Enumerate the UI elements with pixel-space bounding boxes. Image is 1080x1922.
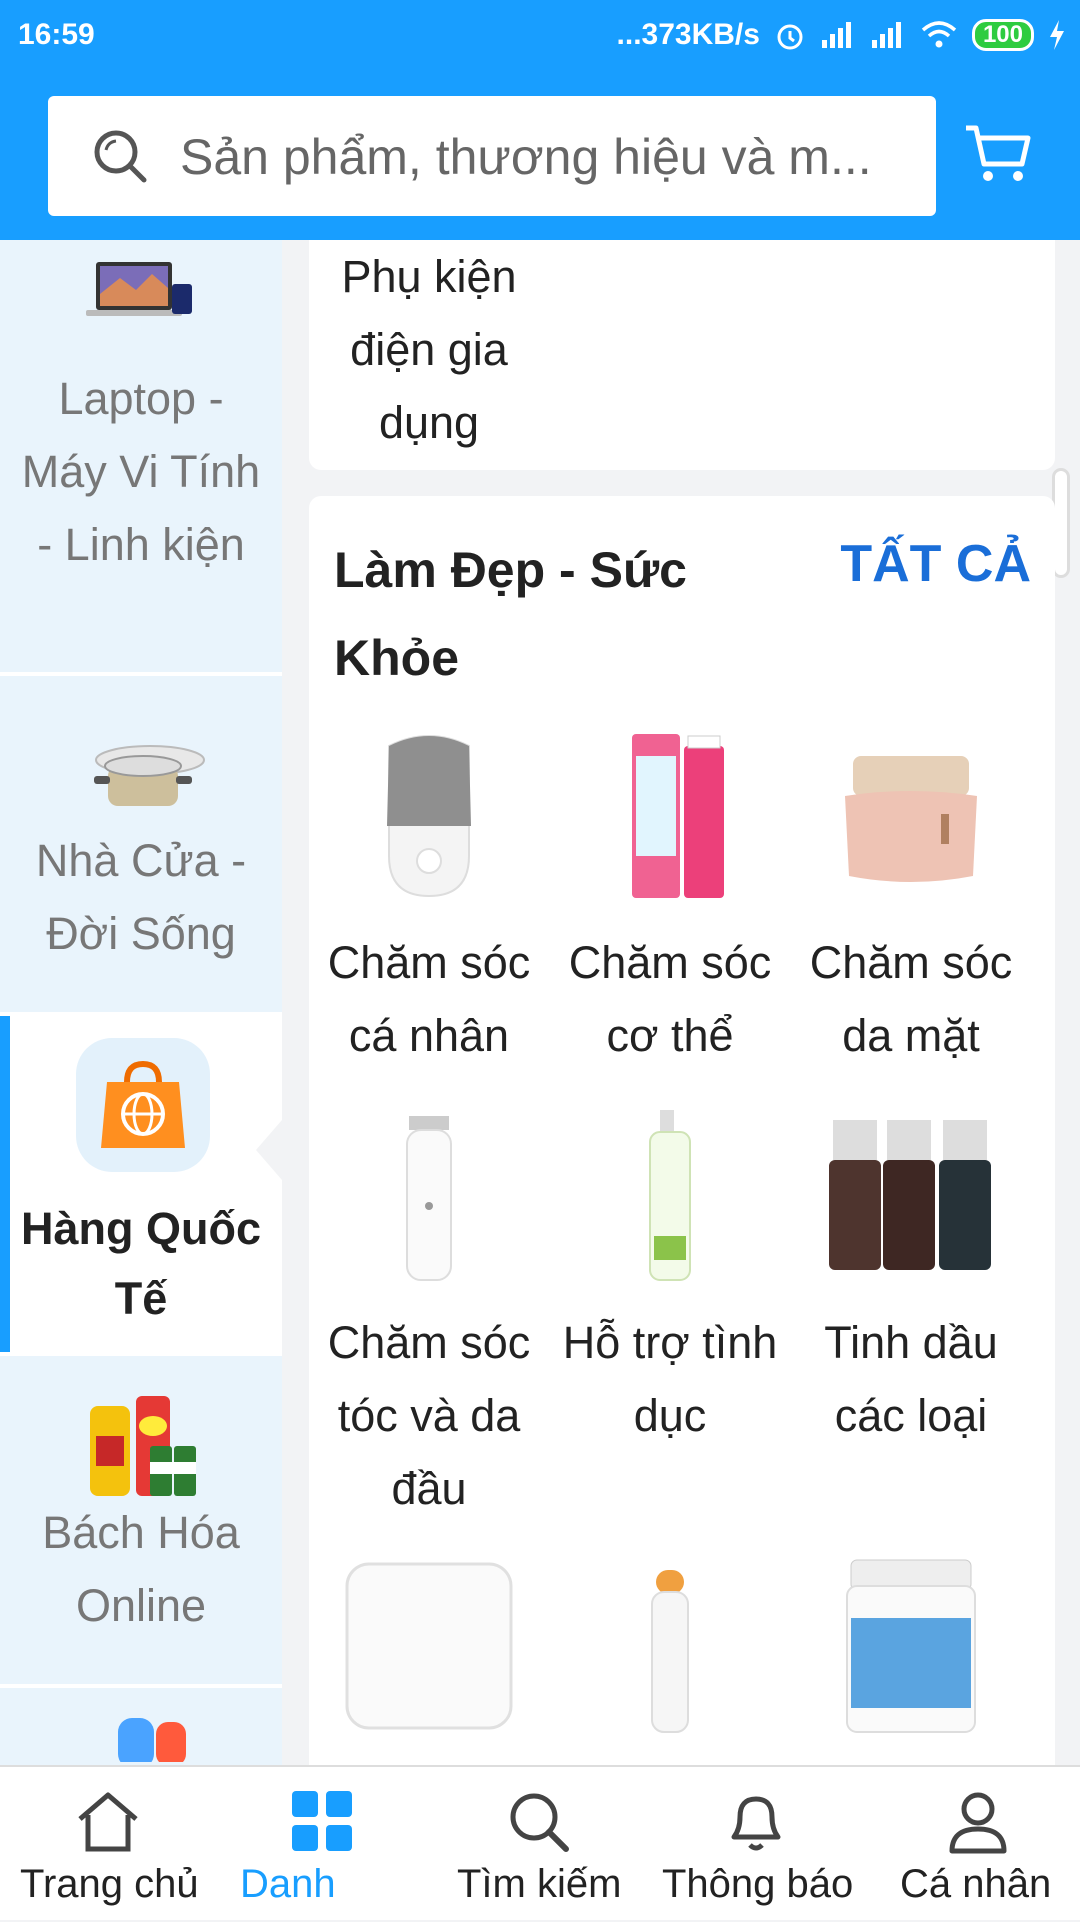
previous-section-card: Phụ kiện điện gia dụng [309, 240, 1055, 470]
eye-massager-icon [651, 1570, 689, 1733]
subcategory-label: Tinh dầu các loại [824, 1317, 998, 1441]
hair-removal-cream-icon [632, 734, 724, 898]
essential-oil-bottles-icon [829, 1120, 991, 1270]
hair-clipper-icon [406, 1116, 452, 1281]
smart-scale-icon [345, 1562, 513, 1730]
search-icon [94, 130, 147, 183]
network-speed: ...373KB/s [616, 18, 760, 51]
status-icons: ...373KB/s 100 [617, 18, 1066, 52]
battery-indicator: 100 [971, 19, 1034, 51]
category-sidebar: Laptop - Máy Vi Tính - Linh kiện Nhà Cửa… [0, 240, 282, 1765]
sidebar-item-laptop[interactable]: Laptop - Máy Vi Tính - Linh kiện [0, 240, 282, 672]
cookware-icon [94, 745, 205, 806]
speaker-icon [118, 1718, 186, 1762]
charging-icon [1050, 20, 1064, 50]
see-all-link[interactable]: TẤT CẢ [840, 534, 1031, 594]
status-bar: 16:59 ...373KB/s 100 [0, 0, 1080, 75]
signal-icon-2 [871, 22, 901, 48]
nav-label: Cá nhân [900, 1862, 1052, 1906]
sidebar-item-label: Bách Hóa Online [42, 1507, 240, 1631]
sidebar-item-grocery[interactable]: Bách Hóa Online [0, 1356, 282, 1684]
app-header: 16:59 ...373KB/s 100 Sản phẩm, thương hi… [0, 0, 1080, 240]
search-input[interactable]: Sản phẩm, thương hiệu và m... [48, 96, 936, 216]
fish-oil-jar-icon [846, 1559, 976, 1733]
subcategory-label: Chăm sóc cá nhân [327, 937, 531, 1061]
signal-icon [821, 22, 851, 48]
section-title: Làm Đẹp - Sức Khỏe [334, 542, 687, 686]
lotion-bottle-icon [649, 1110, 691, 1281]
face-cream-jar-icon [845, 756, 977, 882]
sidebar-item-home-living[interactable]: Nhà Cửa - Đời Sống [0, 676, 282, 1012]
nav-label: Trang chủ [20, 1862, 199, 1906]
sidebar-item-label: Nhà Cửa - Đời Sống [35, 835, 247, 959]
subcategory-label: Hỗ trợ tình dục [562, 1317, 778, 1441]
global-shopping-bag-icon [101, 1060, 185, 1148]
sidebar-item-label: Hàng Quốc Tế [20, 1203, 261, 1324]
alarm-icon [777, 24, 803, 50]
active-pointer [256, 1120, 282, 1180]
nav-category[interactable]: Danh [216, 1767, 356, 1922]
wifi-icon [921, 21, 957, 48]
sidebar-item-label: Laptop - Máy Vi Tính - Linh kiện [21, 373, 261, 570]
subcategory-label: Chăm sóc da mặt [809, 937, 1013, 1061]
face-cleanser-icon [387, 735, 471, 898]
sidebar-item-international[interactable]: Hàng Quốc Tế [0, 1016, 282, 1352]
nav-search[interactable]: Tìm kiếm [440, 1767, 640, 1922]
nav-notifications[interactable]: Thông báo [650, 1767, 860, 1922]
user-icon [949, 1792, 1007, 1854]
bottom-navigation: Trang chủ Danh Tìm kiếm Thông báo Cá nhâ… [0, 1765, 1080, 1920]
grocery-icon [90, 1396, 196, 1496]
search-placeholder: Sản phẩm, thương hiệu và m... [180, 129, 872, 185]
search-icon [510, 1793, 569, 1852]
bell-icon [731, 1796, 781, 1851]
nav-label: Thông báo [662, 1862, 854, 1906]
beauty-health-section: Làm Đẹp - Sức Khỏe TẤT CẢ Chăm sóc cá nh… [309, 496, 1055, 1796]
nav-home[interactable]: Trang chủ [0, 1767, 216, 1922]
nav-profile[interactable]: Cá nhân [880, 1767, 1080, 1922]
cart-icon[interactable] [962, 118, 1034, 190]
active-indicator [0, 1016, 10, 1352]
nav-label: Danh [240, 1862, 336, 1906]
subcategory-item[interactable]: Phụ kiện điện gia dụng [309, 240, 549, 459]
nav-label: Tìm kiếm [457, 1862, 622, 1906]
subcategory-label: Phụ kiện điện gia dụng [341, 251, 517, 448]
home-icon [78, 1792, 138, 1852]
laptop-icon [86, 262, 192, 316]
subcategory-label: Chăm sóc cơ thể [568, 937, 772, 1061]
category-grid-icon [292, 1791, 352, 1851]
status-time: 16:59 [18, 18, 95, 51]
sidebar-item-partial[interactable] [0, 1688, 282, 1765]
subcategory-label: Chăm sóc tóc và da đầu [327, 1317, 531, 1514]
